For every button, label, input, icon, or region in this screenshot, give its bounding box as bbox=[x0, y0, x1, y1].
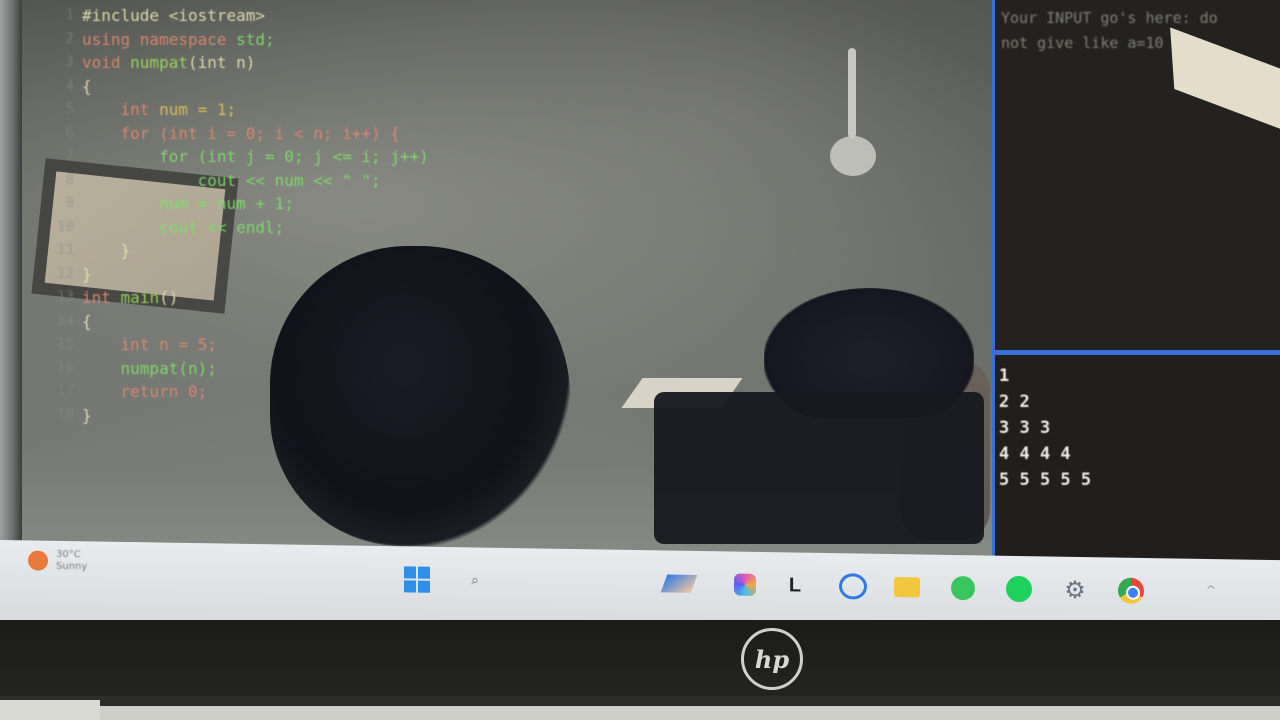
code-line: int bbox=[82, 288, 111, 307]
code-line: void bbox=[82, 53, 121, 72]
spotify-icon bbox=[1006, 575, 1032, 603]
code-line: numpat(n); bbox=[82, 358, 217, 378]
code-line: int bbox=[82, 100, 150, 119]
line-numbers: 1 2 3 4 5 6 7 8 9 10 11 12 13 14 15 16 1… bbox=[57, 7, 74, 423]
gear-icon: ⚙ bbox=[1064, 575, 1086, 605]
weather-temp: 30°C bbox=[56, 548, 81, 561]
code-line: for (int i = 0; i < n; i++) { bbox=[82, 123, 400, 143]
start-button[interactable] bbox=[402, 564, 432, 594]
chat-app[interactable] bbox=[838, 571, 868, 601]
l-icon: L bbox=[788, 573, 802, 597]
output-panel: 1 2 2 3 3 3 4 4 4 4 5 5 5 5 5 bbox=[992, 352, 1280, 560]
chat-icon bbox=[839, 573, 867, 600]
code-line: num = num + 1; bbox=[82, 194, 294, 213]
code-line: { bbox=[82, 311, 92, 331]
hp-logo: hp bbox=[741, 628, 803, 690]
code-editor[interactable]: 1 2 3 4 5 6 7 8 9 10 11 12 13 14 15 16 1… bbox=[22, 0, 990, 546]
mail-app[interactable] bbox=[660, 568, 698, 598]
output-text: 1 2 2 3 3 3 4 4 4 4 5 5 5 5 5 bbox=[999, 366, 1092, 490]
whatsapp-app[interactable] bbox=[948, 573, 978, 603]
chrome-app[interactable] bbox=[1116, 576, 1146, 606]
search-button[interactable]: ⌕ bbox=[460, 565, 490, 595]
chrome-icon bbox=[1118, 577, 1144, 604]
code-line: for (int j = 0; j <= i; j++) bbox=[82, 147, 429, 166]
settings-app[interactable]: ⚙ bbox=[1060, 575, 1090, 605]
code-line: { bbox=[82, 76, 92, 96]
code-line: return 0; bbox=[82, 382, 208, 401]
copilot-icon bbox=[734, 573, 756, 596]
copilot-app[interactable] bbox=[730, 569, 760, 599]
code-line: using namespace bbox=[82, 29, 227, 49]
laptop-screen: 1 2 3 4 5 6 7 8 9 10 11 12 13 14 15 16 1… bbox=[22, 0, 1280, 560]
mail-icon bbox=[660, 574, 698, 593]
whatsapp-icon bbox=[951, 575, 975, 601]
tray-chevron[interactable]: ^ bbox=[1206, 583, 1216, 597]
phone-reflection bbox=[654, 392, 984, 544]
code-line: cout << num << " "; bbox=[82, 170, 381, 190]
l-app[interactable]: L bbox=[780, 570, 810, 600]
windows-icon bbox=[404, 566, 430, 593]
code-line: cout << endl; bbox=[82, 217, 285, 237]
weather-desc: Sunny bbox=[56, 560, 88, 573]
code-line: int n = 5; bbox=[82, 335, 217, 354]
code-line: #include <iostream> bbox=[82, 6, 266, 25]
screen-bezel bbox=[0, 0, 22, 600]
search-icon: ⌕ bbox=[471, 572, 479, 589]
folder-icon bbox=[894, 577, 920, 598]
file-explorer[interactable] bbox=[892, 572, 922, 602]
spotify-app[interactable] bbox=[1004, 574, 1034, 604]
code-line: } bbox=[82, 264, 92, 284]
code-line: } bbox=[82, 241, 131, 260]
code-line: } bbox=[82, 405, 92, 425]
weather-widget[interactable]: 30°C Sunny bbox=[28, 548, 87, 573]
person-reflection bbox=[270, 246, 570, 546]
ceiling-fan-reflection bbox=[812, 48, 892, 188]
sun-icon bbox=[28, 550, 48, 571]
